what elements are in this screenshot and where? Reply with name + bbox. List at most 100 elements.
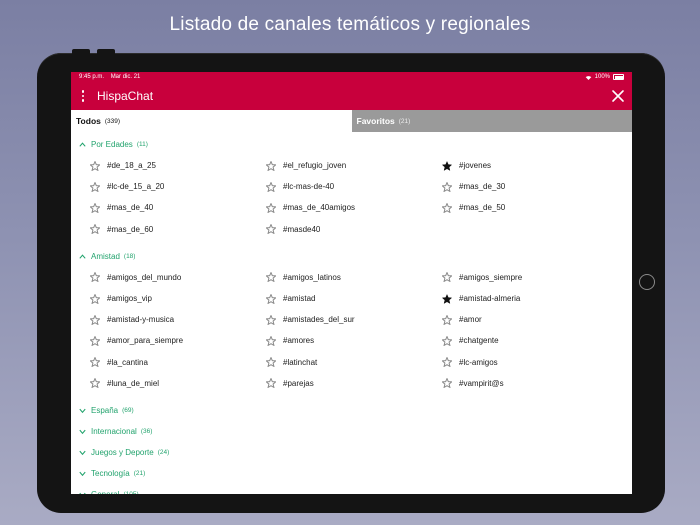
tab-todos[interactable]: Todos (339) — [71, 110, 352, 132]
star-outline-icon[interactable] — [90, 272, 100, 283]
star-outline-icon[interactable] — [442, 335, 452, 346]
channel-name: #amores — [283, 336, 315, 346]
star-outline-icon[interactable] — [90, 335, 100, 346]
section-header-por-edades[interactable]: Por Edades (11) — [71, 134, 632, 155]
tab-count: (21) — [398, 117, 411, 125]
channel-item[interactable]: #chatgente — [442, 330, 618, 351]
channel-item[interactable]: #masde40 — [266, 219, 442, 240]
channel-name: #amistad-y-musica — [107, 315, 175, 325]
star-outline-icon[interactable] — [266, 181, 276, 192]
star-outline-icon[interactable] — [90, 293, 100, 304]
section-header-general[interactable]: General (105) — [71, 484, 632, 494]
channel-item[interactable]: #amistad-y-musica — [90, 309, 266, 330]
channel-item[interactable]: #mas_de_60 — [90, 219, 266, 240]
section-label: Amistad — [91, 251, 120, 261]
channel-name: #mas_de_50 — [459, 203, 506, 213]
star-outline-icon[interactable] — [266, 335, 276, 346]
channel-item[interactable]: #lc-amigos — [442, 352, 618, 373]
star-filled-icon[interactable] — [442, 293, 452, 304]
star-outline-icon[interactable] — [266, 272, 276, 283]
channel-item[interactable]: #la_cantina — [90, 352, 266, 373]
tab-favoritos[interactable]: Favoritos (21) — [351, 110, 632, 132]
star-outline-icon[interactable] — [90, 378, 100, 389]
star-outline-icon[interactable] — [90, 314, 100, 325]
channel-item[interactable]: #amistad — [266, 288, 442, 309]
section-header-tecnologia[interactable]: Tecnología (21) — [71, 463, 632, 484]
channel-name: #lc-de_15_a_20 — [107, 182, 165, 192]
star-outline-icon[interactable] — [266, 357, 276, 368]
star-outline-icon[interactable] — [266, 314, 276, 325]
kebab-menu-icon[interactable] — [79, 90, 87, 102]
star-outline-icon[interactable] — [90, 181, 100, 192]
channel-item[interactable]: #amistad-almeria — [442, 288, 618, 309]
channel-item[interactable]: #mas_de_40amigos — [266, 197, 442, 218]
channel-item[interactable]: #latinchat — [266, 352, 442, 373]
star-outline-icon[interactable] — [90, 357, 100, 368]
section-label: Juegos y Deporte — [91, 447, 154, 457]
channel-name: #de_18_a_25 — [107, 161, 156, 171]
star-outline-icon[interactable] — [442, 357, 452, 368]
section-label: Tecnología — [91, 468, 130, 478]
channel-item[interactable]: #de_18_a_25 — [90, 155, 266, 176]
star-outline-icon[interactable] — [266, 378, 276, 389]
section-label: España — [91, 405, 119, 415]
channel-name: #mas_de_60 — [107, 224, 154, 234]
app-title: HispaChat — [97, 89, 154, 103]
section-label: General — [91, 490, 119, 494]
channel-item[interactable]: #el_refugio_joven — [266, 155, 442, 176]
channel-item[interactable]: #amigos_latinos — [266, 267, 442, 288]
channel-item[interactable]: #luna_de_miel — [90, 373, 266, 394]
channel-name: #vampirit@s — [459, 378, 504, 388]
channel-name: #amigos_latinos — [283, 272, 341, 282]
channel-item[interactable]: #vampirit@s — [442, 373, 618, 394]
channel-item[interactable]: #lc-mas-de-40 — [266, 176, 442, 197]
section-header-amistad[interactable]: Amistad (18) — [71, 246, 632, 267]
channel-item[interactable]: #lc-de_15_a_20 — [90, 176, 266, 197]
channel-name: #amistades_del_sur — [283, 315, 355, 325]
status-date: Mar dic. 21 — [110, 74, 141, 80]
channel-name: #lc-amigos — [459, 357, 498, 367]
star-outline-icon[interactable] — [90, 160, 100, 171]
channel-name: #mas_de_40amigos — [283, 203, 356, 213]
channel-grid: #amigos_del_mundo #amigos_latinos #amigos_… — [71, 267, 632, 394]
channel-item[interactable]: #jovenes — [442, 155, 618, 176]
channel-item[interactable]: #amigos_siempre — [442, 267, 618, 288]
section-header-juegos-y-deporte[interactable]: Juegos y Deporte (24) — [71, 442, 632, 463]
channel-list: Por Edades (11) #de_18_a_25 #el_refugio_jov… — [71, 132, 632, 494]
star-outline-icon[interactable] — [90, 202, 100, 213]
section-header-espana[interactable]: España (69) — [71, 400, 632, 421]
star-outline-icon[interactable] — [266, 293, 276, 304]
channel-name: #mas_de_40 — [107, 203, 154, 213]
star-outline-icon[interactable] — [442, 314, 452, 325]
star-outline-icon[interactable] — [266, 160, 276, 171]
section-count: (11) — [136, 141, 148, 148]
channel-item[interactable]: #amistades_del_sur — [266, 309, 442, 330]
chevron-down-icon — [79, 408, 86, 414]
channel-item[interactable]: #amor — [442, 309, 618, 330]
chevron-down-icon — [79, 429, 86, 435]
star-outline-icon[interactable] — [442, 202, 452, 213]
channel-item[interactable]: #parejas — [266, 373, 442, 394]
star-outline-icon[interactable] — [442, 378, 452, 389]
star-outline-icon[interactable] — [266, 202, 276, 213]
chevron-down-icon — [79, 450, 86, 456]
channel-item[interactable]: #amigos_del_mundo — [90, 267, 266, 288]
battery-percent: 100% — [594, 74, 610, 80]
channel-name: #la_cantina — [107, 357, 148, 367]
channel-item[interactable]: #amores — [266, 330, 442, 351]
channel-name: #chatgente — [459, 336, 499, 346]
channel-item[interactable]: #amigos_vip — [90, 288, 266, 309]
home-button[interactable] — [639, 274, 655, 290]
section-header-internacional[interactable]: Internacional (36) — [71, 421, 632, 442]
channel-name: #amistad — [283, 294, 316, 304]
star-outline-icon[interactable] — [90, 224, 100, 235]
star-outline-icon[interactable] — [442, 181, 452, 192]
channel-item[interactable]: #amor_para_siempre — [90, 330, 266, 351]
channel-item[interactable]: #mas_de_50 — [442, 197, 618, 218]
channel-item[interactable]: #mas_de_40 — [90, 197, 266, 218]
channel-item[interactable]: #mas_de_30 — [442, 176, 618, 197]
star-outline-icon[interactable] — [442, 272, 452, 283]
star-outline-icon[interactable] — [266, 224, 276, 235]
star-filled-icon[interactable] — [442, 160, 452, 171]
close-icon[interactable] — [611, 89, 625, 103]
